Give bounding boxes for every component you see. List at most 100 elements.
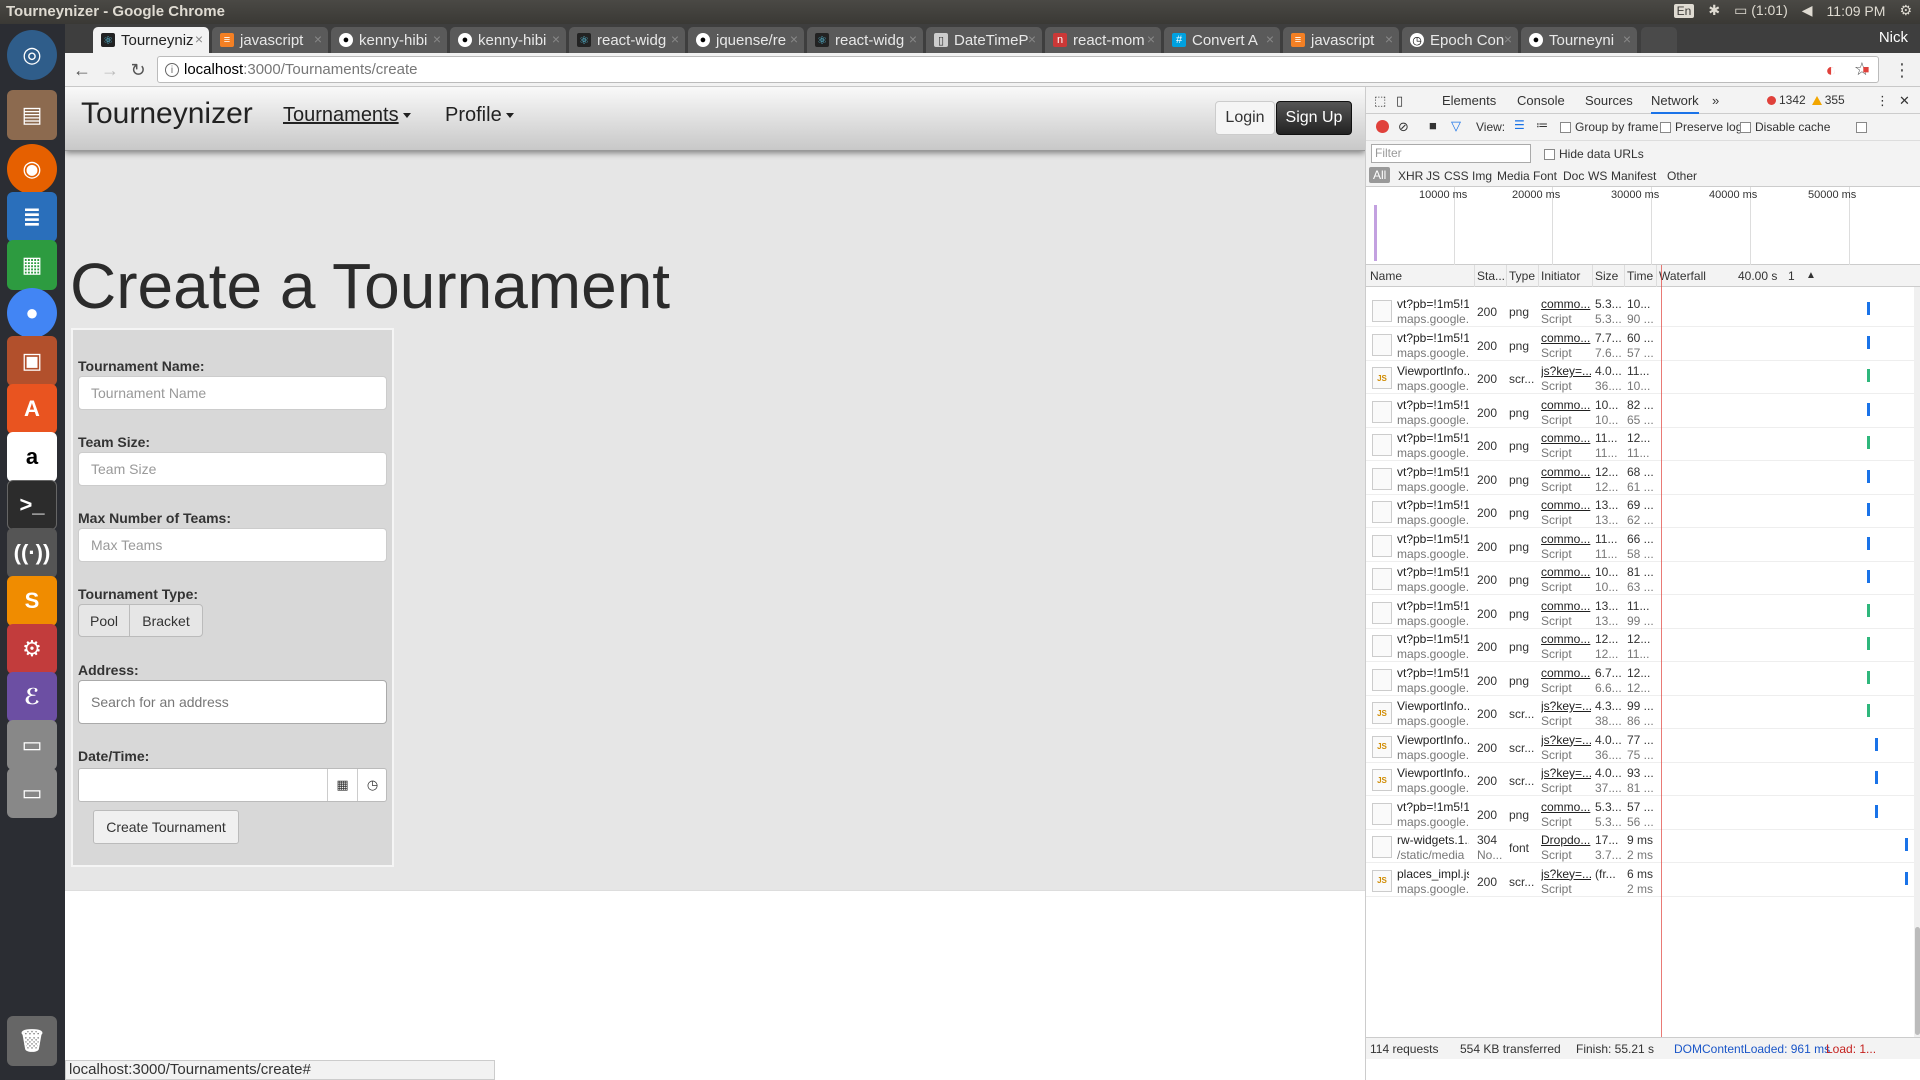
network-request-row[interactable]: vt?pb=!1m5!1...maps.google... 200 png commo… xyxy=(1366,428,1914,461)
network-request-row[interactable]: vt?pb=!1m5!1...maps.google... 200 png commo… xyxy=(1366,529,1914,562)
nav-tournaments-dropdown[interactable]: Tournaments xyxy=(283,104,411,127)
filter-img[interactable]: Img xyxy=(1472,169,1492,183)
network-request-row[interactable]: vt?pb=!1m5!1...maps.google... 200 png commo… xyxy=(1366,328,1914,361)
devtools-tab-network[interactable]: Network xyxy=(1651,93,1699,114)
network-request-row[interactable]: vt?pb=!1m5!1...maps.google... 200 png commo… xyxy=(1366,629,1914,662)
scrollbar-thumb[interactable] xyxy=(1915,927,1920,1035)
network-request-row[interactable]: JS ViewportInfo... maps.google... 200 scr...… xyxy=(1366,361,1914,394)
tab-epoch-converter[interactable]: ◷ Epoch Con × xyxy=(1402,27,1518,53)
filter-ws[interactable]: WS xyxy=(1588,169,1607,183)
col-status[interactable]: Sta... xyxy=(1477,269,1505,283)
inspect-element-icon[interactable]: ⬚ xyxy=(1374,93,1386,109)
ubuntu-dash-icon[interactable]: ◎ xyxy=(7,30,57,80)
network-request-row[interactable]: vt?pb=!1m5!1...maps.google... 200 png commo… xyxy=(1366,395,1914,428)
col-name[interactable]: Name xyxy=(1370,269,1402,283)
request-initiator-link[interactable]: commo... xyxy=(1541,565,1591,579)
reload-icon[interactable]: ↻ xyxy=(127,59,149,81)
network-request-row[interactable]: JS ViewportInfo... maps.google... 200 scr...… xyxy=(1366,763,1914,796)
sort-up-icon[interactable]: ▲ xyxy=(1806,270,1816,281)
close-tab-icon[interactable]: × xyxy=(1266,31,1274,47)
extension-opera-icon[interactable]: ◐ xyxy=(1820,59,1842,81)
group-by-frame-checkbox[interactable]: Group by frame xyxy=(1560,120,1658,134)
app-brand[interactable]: Tourneynizer xyxy=(81,97,253,131)
network-request-row[interactable]: vt?pb=!1m5!1...maps.google... 200 png commo… xyxy=(1366,663,1914,696)
request-initiator-link[interactable]: js?key=... xyxy=(1541,766,1591,780)
request-initiator-link[interactable]: commo... xyxy=(1541,431,1591,445)
address-bar[interactable]: i localhost:3000/Tournaments/create ☆ xyxy=(157,56,1879,83)
close-tab-icon[interactable]: × xyxy=(1147,31,1155,47)
network-filter-input[interactable]: Filter xyxy=(1371,144,1531,163)
chrome-profile-name[interactable]: Nick xyxy=(1879,29,1908,46)
request-initiator-link[interactable]: commo... xyxy=(1541,465,1591,479)
close-tab-icon[interactable]: × xyxy=(552,31,560,47)
files-icon[interactable]: ▤ xyxy=(7,90,57,140)
datetime-picker[interactable]: ▦ ◷ xyxy=(78,768,387,802)
close-tab-icon[interactable]: × xyxy=(1623,31,1631,47)
close-tab-icon[interactable]: × xyxy=(1385,31,1393,47)
wifi-icon[interactable]: ((·)) xyxy=(7,528,57,578)
tab-kenny-hibi-1[interactable]: ● kenny-hibi × xyxy=(331,27,447,53)
filter-icon[interactable]: ▽ xyxy=(1451,118,1461,134)
request-initiator-link[interactable]: js?key=... xyxy=(1541,364,1591,378)
hide-data-urls-checkbox[interactable]: Hide data URLs xyxy=(1544,147,1644,161)
capture-screenshots-icon[interactable]: ■ xyxy=(1429,118,1437,133)
signup-button[interactable]: Sign Up xyxy=(1276,101,1352,135)
more-tabs-icon[interactable]: » xyxy=(1712,93,1719,108)
preserve-log-checkbox[interactable]: Preserve log xyxy=(1660,120,1742,134)
chrome-icon[interactable]: ● xyxy=(7,288,57,338)
network-request-row[interactable]: vt?pb=!1m5!1...maps.google... 200 png commo… xyxy=(1366,294,1914,327)
network-request-row[interactable]: vt?pb=!1m5!1...maps.google... 200 png commo… xyxy=(1366,562,1914,595)
request-initiator-link[interactable]: Dropdo... xyxy=(1541,833,1591,847)
request-initiator-link[interactable]: commo... xyxy=(1541,599,1591,613)
error-warning-counts[interactable]: 1342 355 xyxy=(1767,93,1845,107)
col-waterfall[interactable]: Waterfall xyxy=(1659,269,1706,283)
chrome-menu-icon[interactable]: ⋮ xyxy=(1891,59,1913,81)
drive-2-icon[interactable]: ▭ xyxy=(7,768,57,818)
trash-icon[interactable]: 🗑 xyxy=(7,1016,57,1066)
filter-all[interactable]: All xyxy=(1369,167,1391,183)
request-initiator-link[interactable]: commo... xyxy=(1541,532,1591,546)
filter-other[interactable]: Other xyxy=(1667,169,1697,183)
network-request-row[interactable]: JS ViewportInfo... maps.google... 200 scr...… xyxy=(1366,696,1914,729)
tab-datetimepicker[interactable]: ▯ DateTimeP × xyxy=(926,27,1042,53)
network-request-row[interactable]: JS ViewportInfo... maps.google... 200 scr...… xyxy=(1366,730,1914,763)
terminal-icon[interactable]: >_ xyxy=(7,480,57,530)
request-initiator-link[interactable]: commo... xyxy=(1541,398,1591,412)
tab-convert[interactable]: # Convert A × xyxy=(1164,27,1280,53)
request-initiator-link[interactable]: js?key=... xyxy=(1541,733,1591,747)
network-request-row[interactable]: JS places_impl.js maps.google... 200 scr... j… xyxy=(1366,864,1914,897)
filter-manifest[interactable]: Manifest xyxy=(1611,169,1656,183)
login-button[interactable]: Login xyxy=(1215,101,1275,135)
settings-gear-icon[interactable]: ⚙ xyxy=(1899,2,1912,19)
type-bracket-button[interactable]: Bracket xyxy=(129,604,203,637)
volume-icon[interactable]: ◀ xyxy=(1802,2,1813,19)
tab-react-widg-2[interactable]: ⚛ react-widg × xyxy=(807,27,923,53)
calc-icon[interactable]: ▦ xyxy=(7,240,57,290)
large-rows-icon[interactable]: ☰ xyxy=(1514,118,1525,132)
max-teams-input[interactable]: Max Teams xyxy=(78,528,387,562)
battery-indicator[interactable]: ▭ (1:01) xyxy=(1734,2,1788,19)
tab-javascript-2[interactable]: ≡ javascript × xyxy=(1283,27,1399,53)
emacs-icon[interactable]: ℰ xyxy=(7,672,57,722)
calendar-icon[interactable]: ▦ xyxy=(327,769,357,801)
tab-javascript[interactable]: ≡ javascript × xyxy=(212,27,328,53)
network-request-row[interactable]: vt?pb=!1m5!1...maps.google... 200 png commo… xyxy=(1366,596,1914,629)
amazon-icon[interactable]: a xyxy=(7,432,57,482)
close-tab-icon[interactable]: × xyxy=(909,31,917,47)
filter-css[interactable]: CSS xyxy=(1444,169,1469,183)
forward-arrow-icon[interactable]: → xyxy=(99,59,121,81)
filter-doc[interactable]: Doc xyxy=(1563,169,1584,183)
filter-media[interactable]: Media xyxy=(1497,169,1530,183)
request-initiator-link[interactable]: commo... xyxy=(1541,331,1591,345)
close-tab-icon[interactable]: × xyxy=(314,31,322,47)
team-size-input[interactable]: Team Size xyxy=(78,452,387,486)
request-initiator-link[interactable]: commo... xyxy=(1541,498,1591,512)
impress-icon[interactable]: ▣ xyxy=(7,336,57,386)
network-request-row[interactable]: rw-widgets.1.../static/media 304 No... font… xyxy=(1366,830,1914,863)
tab-tourneynizer[interactable]: ⚛ Tourneyniz × xyxy=(93,27,209,53)
filter-xhr[interactable]: XHR xyxy=(1398,169,1423,183)
request-initiator-link[interactable]: commo... xyxy=(1541,632,1591,646)
devtools-menu-icon[interactable]: ⋮ xyxy=(1876,93,1889,109)
request-initiator-link[interactable]: js?key=... xyxy=(1541,699,1591,713)
request-initiator-link[interactable]: commo... xyxy=(1541,800,1591,814)
